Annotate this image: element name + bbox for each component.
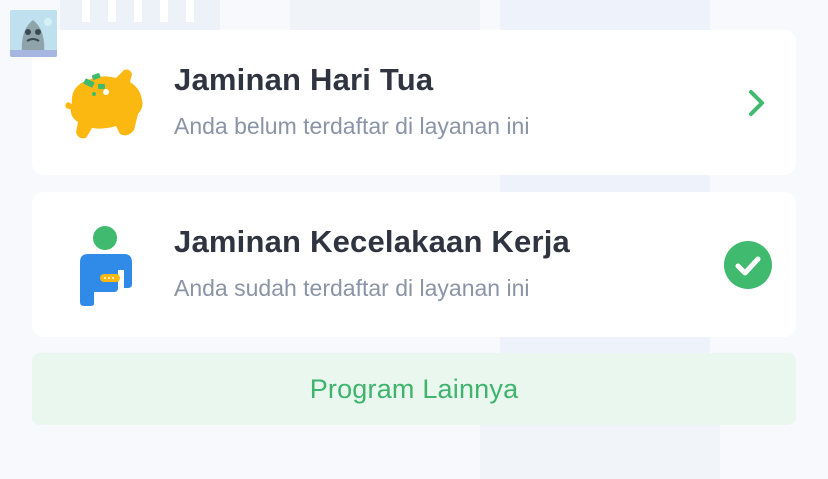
avatar[interactable] — [10, 10, 57, 57]
card-jaminan-hari-tua[interactable]: Jaminan Hari Tua Anda belum terdaftar di… — [32, 30, 796, 175]
card-jaminan-kecelakaan-kerja[interactable]: Jaminan Kecelakaan Kerja Anda sudah terd… — [32, 192, 796, 337]
background-building — [480, 420, 720, 479]
card-title: Jaminan Kecelakaan Kerja — [174, 224, 570, 259]
check-circle-icon — [724, 241, 772, 289]
card-title: Jaminan Hari Tua — [174, 62, 434, 97]
card-subtitle: Anda belum terdaftar di layanan ini — [174, 113, 530, 139]
program-lainnya-button[interactable]: Program Lainnya — [32, 353, 796, 425]
avatar-image — [10, 10, 57, 57]
piggy-bank-icon — [64, 64, 144, 144]
card-subtitle: Anda sudah terdaftar di layanan ini — [174, 275, 530, 301]
injured-worker-icon — [64, 226, 144, 306]
background-windows — [82, 0, 212, 22]
chevron-right-icon[interactable] — [746, 88, 768, 118]
